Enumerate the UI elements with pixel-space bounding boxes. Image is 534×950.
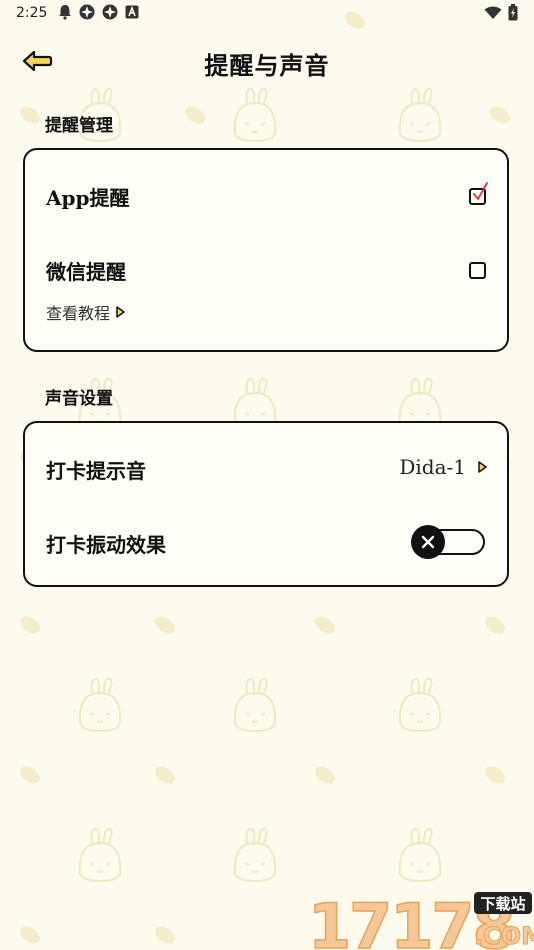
close-icon [421,535,435,549]
sound-card: 打卡提示音 Dida-1 打卡振动效果 [23,421,509,587]
checkin-vibration-label: 打卡振动效果 [46,533,166,557]
toggle-knob [411,525,445,559]
checkin-sound-selector[interactable]: Dida-1 [399,455,487,479]
svg-text:.COM: .COM [474,922,534,950]
checkmark-icon [473,182,488,200]
section-title-sound: 声音设置 [45,389,113,409]
checkin-sound-value: Dida-1 [399,455,466,479]
app-icon [102,4,118,20]
wechat-reminder-checkbox[interactable] [469,262,486,279]
svg-text:下载站: 下载站 [480,895,525,913]
header: 提醒与声音 [0,36,534,88]
reminder-card: App提醒 微信提醒 查看教程 [23,148,509,352]
page-title: 提醒与声音 [204,51,330,80]
wifi-icon [484,6,502,19]
status-time: 2:25 [16,5,48,21]
section-title-reminders: 提醒管理 [45,116,113,136]
status-icons-left [58,4,139,20]
checkin-sound-label: 打卡提示音 [46,459,146,483]
tutorial-link[interactable]: 查看教程 [46,300,125,324]
app-icon [79,4,95,20]
status-bar: 2:25 [0,0,534,28]
checkin-vibration-toggle[interactable] [411,525,487,559]
play-arrow-icon [116,306,125,318]
play-arrow-icon [478,461,487,473]
status-icons-right [484,4,518,21]
app-reminder-label: App提醒 [46,186,130,210]
a-icon [125,5,139,19]
app-reminder-checkbox[interactable] [469,182,488,205]
bell-icon [59,5,71,20]
site-watermark-logo: 17178 下载站 .COM [308,889,534,950]
wechat-reminder-label: 微信提醒 [46,260,126,284]
battery-icon [508,4,518,21]
tutorial-link-label: 查看教程 [46,304,111,323]
